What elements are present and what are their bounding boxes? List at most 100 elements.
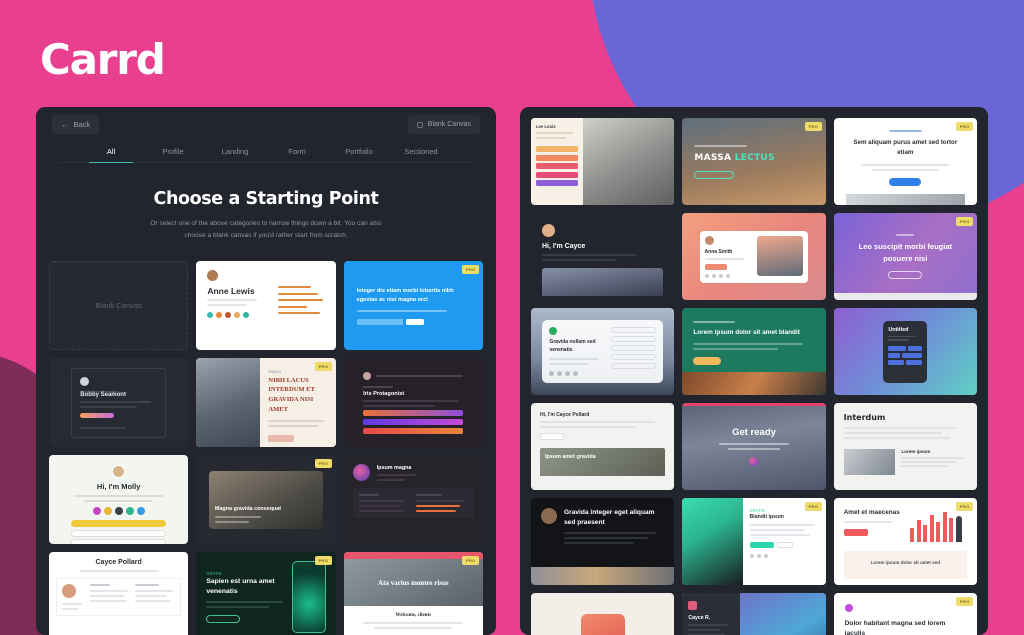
- template-card-blue-form[interactable]: PRO Integer dis etiam morbi lobortis nib…: [343, 261, 483, 351]
- template-card-amet-maecenas[interactable]: PRO Amet et maecenas Lorem ipsum dolor s…: [833, 498, 977, 585]
- avatar: [62, 584, 76, 599]
- pro-badge: PRO: [805, 122, 822, 131]
- tab-form[interactable]: Form: [266, 143, 328, 162]
- tab-sectioned[interactable]: Sectioned: [390, 143, 452, 162]
- template-card-magna-gravida[interactable]: PRO Magna gravida consequat: [196, 455, 336, 545]
- back-button-label: Back: [73, 120, 91, 129]
- photo-caption: Ipsum amet gravida: [545, 454, 596, 460]
- template-card-bobby-seamont[interactable]: Bobby Seamont: [49, 358, 189, 448]
- avatar: [352, 464, 370, 482]
- template-title: Dolor habitant magna sed lorem iaculis: [844, 620, 946, 635]
- cta-button: [540, 433, 564, 440]
- template-card-cayce-pollard[interactable]: Cayce Pollard: [49, 552, 189, 635]
- template-card-hi-im-cayce[interactable]: Hi, I'm Cayce: [531, 213, 675, 300]
- template-title: Gravida nullam sed venenatis: [549, 339, 596, 353]
- template-title: Sem aliquam purus amet sed tortor etiam: [853, 139, 958, 156]
- template-card-lee-louis[interactable]: Lee Louis: [531, 118, 675, 205]
- template-title: Untitled: [888, 326, 909, 333]
- template-card-lorem-ipsum-blandit[interactable]: Lorem ipsum dolor sit amet blandit: [682, 308, 826, 395]
- template-title: Integer dis etiam morbi lobortis nibh eg…: [356, 288, 454, 304]
- photo: [682, 371, 826, 395]
- avatar: [112, 465, 126, 479]
- template-card-iris-protagonist[interactable]: Iris Protagonist: [343, 358, 483, 448]
- accent-bar: [682, 403, 826, 406]
- template-title: Anna Smith: [704, 248, 733, 255]
- template-title: Lorem ipsum dolor sit amet blandit: [693, 329, 800, 336]
- pro-badge: PRO: [805, 502, 822, 511]
- pro-badge: PRO: [315, 556, 332, 566]
- cta-button: [889, 177, 922, 186]
- cta-button: [80, 413, 115, 419]
- template-card-cayce-r[interactable]: Cayce R.: [682, 593, 826, 635]
- template-card-ata-varius[interactable]: PRO Ata varius montes risus Welcome, cli…: [343, 552, 483, 635]
- template-title: Cayce R.: [688, 615, 711, 621]
- template-card-gravida-integer[interactable]: Gravida integer eget aliquam sed praesen…: [531, 498, 675, 585]
- pro-badge: PRO: [956, 122, 973, 131]
- template-title: Ipsum magna: [376, 464, 412, 471]
- template-card-anna-smith[interactable]: Anna Smith: [682, 213, 826, 300]
- template-card-massa-lectus[interactable]: PRO MASSA LECTUS: [682, 118, 826, 205]
- blank-canvas-label: Blank Canvas: [427, 121, 471, 128]
- template-card-keyboard[interactable]: PRO GRATIS Blandit ipsum: [682, 498, 826, 585]
- blank-canvas-card-label: Blank Canvas: [95, 301, 142, 311]
- template-card-get-ready[interactable]: Get ready: [682, 403, 826, 490]
- pro-badge: PRO: [315, 362, 332, 372]
- button-grid: [888, 345, 923, 365]
- footer-strip: [833, 293, 977, 300]
- tab-all[interactable]: All: [80, 143, 142, 163]
- template-card-gravida-nullam[interactable]: Gravida nullam sed venenatis: [531, 308, 675, 395]
- cta-button: [206, 615, 241, 624]
- template-title: Amet et maecenas: [843, 509, 900, 516]
- pro-badge: PRO: [956, 597, 973, 606]
- avatar: [688, 601, 698, 610]
- template-card-molly[interactable]: Hi, I'm Molly: [49, 455, 189, 545]
- template-card-anne-lewis[interactable]: Anne Lewis: [196, 261, 336, 351]
- template-title: Gravida integer eget aliquam sed praesen…: [564, 509, 655, 526]
- template-subtitle: Lorem ipsum: [901, 449, 931, 454]
- tab-landing[interactable]: Landing: [204, 143, 266, 162]
- check-icon: [549, 327, 558, 335]
- photo: [843, 449, 896, 475]
- template-footer: Lorem ipsum dolor sit amet sed: [870, 560, 941, 565]
- avatar: [704, 235, 714, 245]
- template-card-ipsum-magna[interactable]: Ipsum magna: [343, 455, 483, 545]
- blank-canvas-button[interactable]: Blank Canvas: [407, 115, 480, 134]
- template-card-fashion[interactable]: PRO Magna NIBH LACUS INTERDUM ET GRAVIDA…: [196, 358, 336, 448]
- tab-profile[interactable]: Profile: [142, 143, 204, 162]
- template-card-gravida-lorem[interactable]: Gravida lorem: [531, 593, 675, 635]
- scroll-indicator: [749, 457, 759, 466]
- template-card-untitled[interactable]: Untitled: [833, 308, 977, 395]
- tab-portfolio[interactable]: Portfolio: [328, 143, 390, 162]
- template-title: Get ready: [732, 427, 776, 438]
- template-title: Interdum: [843, 413, 886, 422]
- template-card-leo-suscipit[interactable]: PRO Leo suscipit morbi feugiat posuere n…: [833, 213, 977, 300]
- social-icons: [57, 507, 180, 516]
- phone-mockup: [291, 560, 326, 633]
- template-title: Bobby Seamont: [80, 392, 126, 399]
- cta-button: [704, 263, 727, 270]
- template-title: Hi, I'm Molly: [96, 482, 141, 492]
- template-card-sem-aliquam[interactable]: PRO Sem aliquam purus amet sed tortor et…: [833, 118, 977, 205]
- template-card-blank[interactable]: Blank Canvas: [49, 261, 189, 351]
- right-template-grid: Lee Louis PRO MASSA LECTUS PRO Sem aliqu…: [520, 107, 988, 635]
- template-title-part-1: MASSA: [694, 152, 732, 163]
- pro-badge: PRO: [462, 265, 479, 275]
- template-title: MASSA LECTUS: [694, 153, 813, 163]
- template-card-hi-im-cayce-pollard[interactable]: Hi, I'm Cayce Pollard Ipsum amet gravida: [531, 403, 675, 490]
- cta-button: [694, 170, 735, 179]
- template-gallery-panel: Lee Louis PRO MASSA LECTUS PRO Sem aliqu…: [520, 107, 988, 635]
- bar-chart: [910, 508, 967, 542]
- template-eyebrow: GRATIS: [206, 571, 222, 577]
- template-card-sapien[interactable]: PRO GRATIS Sapien est urna amet venenati…: [196, 552, 336, 635]
- template-card-dolor-habitant[interactable]: PRO Dolor habitant magna sed lorem iacul…: [833, 593, 977, 635]
- pro-badge: PRO: [462, 556, 479, 566]
- pro-badge: PRO: [956, 217, 973, 226]
- template-title: NIBH LACUS INTERDUM ET GRAVIDA NISI AMET: [268, 376, 315, 413]
- color-dots: [207, 312, 263, 319]
- template-card-interdum[interactable]: Interdum Lorem ipsum: [833, 403, 977, 490]
- template-subtitle: Welcome, clients: [395, 613, 432, 619]
- photo: [682, 498, 743, 585]
- avatar: [541, 508, 557, 524]
- cta-button: [843, 529, 868, 537]
- back-button[interactable]: ← Back: [52, 115, 100, 134]
